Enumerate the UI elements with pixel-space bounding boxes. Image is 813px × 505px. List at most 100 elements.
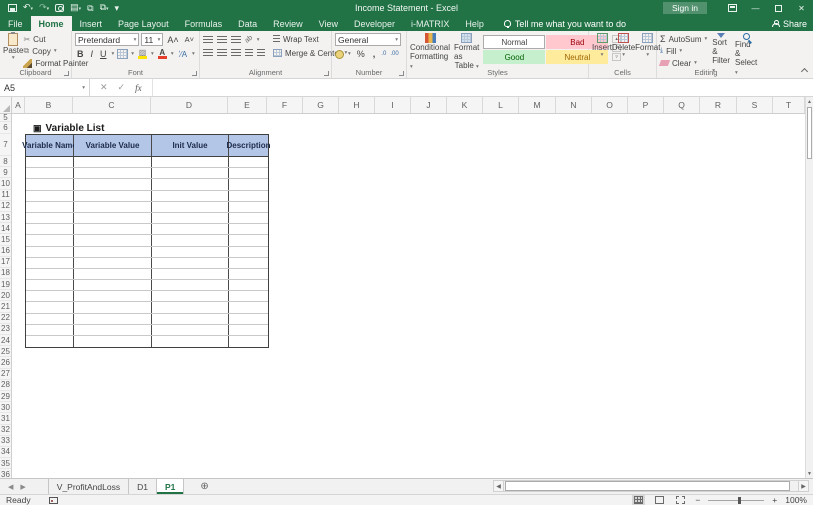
table-cell[interactable] [74,213,152,223]
collapse-ribbon-icon[interactable] [801,68,808,75]
table-cell[interactable] [74,202,152,212]
save-icon[interactable] [8,4,17,12]
row-header-35[interactable]: 35 [0,458,11,469]
copy-picture-icon[interactable]: ⧉ [87,0,93,16]
horizontal-scrollbar[interactable]: ◀ ▶ [493,479,809,493]
table-cell[interactable] [152,258,229,268]
table-cell[interactable] [74,168,152,178]
table-cell[interactable] [152,247,229,257]
borders-icon[interactable] [117,49,128,59]
align-right-icon[interactable] [231,49,241,57]
table-cell[interactable] [74,179,152,189]
underline-button[interactable]: U [98,49,109,59]
row-header-6[interactable]: 6 [0,122,11,134]
row-header-15[interactable]: 15 [0,234,11,245]
table-cell[interactable] [229,302,268,312]
row-header-13[interactable]: 13 [0,212,11,223]
formula-input[interactable] [153,79,813,96]
column-header-Q[interactable]: Q [664,97,700,113]
row-header-28[interactable]: 28 [0,380,11,391]
clipboard-dialog-launcher-icon[interactable] [64,71,69,76]
camera-icon[interactable] [55,4,64,12]
ribbon-tab-home[interactable]: Home [31,16,72,31]
row-header-12[interactable]: 12 [0,201,11,212]
row-header-26[interactable]: 26 [0,357,11,368]
conditional-formatting-button[interactable]: Conditional Formatting ▾ [410,33,450,72]
table-cell[interactable] [74,258,152,268]
ribbon-tab-view[interactable]: View [311,16,346,31]
row-header-17[interactable]: 17 [0,257,11,268]
decrease-indent-icon[interactable] [245,49,253,57]
table-cell[interactable] [152,224,229,234]
table-header-description[interactable]: Description [229,135,268,157]
table-cell[interactable] [229,269,268,279]
scroll-right-icon[interactable]: ▶ [798,480,809,492]
table-cell[interactable] [229,280,268,290]
delete-cells-button[interactable]: Delete▾ [612,33,635,58]
table-cell[interactable] [229,291,268,301]
table-cell[interactable] [152,191,229,201]
row-header-22[interactable]: 22 [0,313,11,324]
row-header-23[interactable]: 23 [0,324,11,335]
table-cell[interactable] [26,291,74,301]
column-header-F[interactable]: F [267,97,303,113]
table-cell[interactable] [26,269,74,279]
table-cell[interactable] [229,314,268,324]
scroll-down-icon[interactable]: ▼ [806,469,813,478]
column-header-A[interactable]: A [12,97,25,113]
row-header-36[interactable]: 36 [0,469,11,478]
sheet-tab-p1[interactable]: P1 [157,479,184,494]
table-cell[interactable] [26,191,74,201]
table-cell[interactable] [152,302,229,312]
confirm-entry-icon[interactable]: ✓ [118,82,126,93]
table-cell[interactable] [152,291,229,301]
column-header-T[interactable]: T [773,97,805,113]
table-cell[interactable] [152,235,229,245]
table-cell[interactable] [152,179,229,189]
ribbon-display-options-icon[interactable] [721,0,744,16]
font-dialog-launcher-icon[interactable] [192,71,197,76]
phonetic-guide-icon[interactable]: ʼ⁄A [177,50,189,59]
table-cell[interactable] [229,258,268,268]
vertical-scroll-thumb[interactable] [807,107,812,159]
close-icon[interactable]: ✕ [790,0,813,16]
table-cell[interactable] [74,325,152,335]
row-header-27[interactable]: 27 [0,369,11,380]
table-cell[interactable] [229,247,268,257]
sign-in-button[interactable]: Sign in [663,2,707,14]
number-dialog-launcher-icon[interactable] [399,71,404,76]
touch-mode-icon[interactable]: ▤▾ [70,0,81,17]
row-header-30[interactable]: 30 [0,402,11,413]
ribbon-tab-file[interactable]: File [0,16,31,31]
ribbon-tab-developer[interactable]: Developer [346,16,403,31]
table-cell[interactable] [26,213,74,223]
decrease-font-icon[interactable]: A˅ [183,35,196,44]
column-header-B[interactable]: B [25,97,73,113]
table-header-variable-name[interactable]: Variable Name [26,135,74,157]
ribbon-tab-insert[interactable]: Insert [72,16,111,31]
ribbon-tab-review[interactable]: Review [265,16,311,31]
table-cell[interactable] [229,179,268,189]
scroll-left-icon[interactable]: ◀ [493,480,504,492]
zoom-slider[interactable] [708,500,764,501]
style-good[interactable]: Good [483,50,545,64]
font-size-select[interactable]: 11▾ [141,33,163,46]
row-header-11[interactable]: 11 [0,190,11,201]
column-header-P[interactable]: P [628,97,664,113]
ribbon-tab-help[interactable]: Help [457,16,492,31]
table-cell[interactable] [26,302,74,312]
column-header-C[interactable]: C [73,97,151,113]
row-header-32[interactable]: 32 [0,425,11,436]
alignment-dialog-launcher-icon[interactable] [324,71,329,76]
table-cell[interactable] [74,314,152,324]
record-macro-icon[interactable] [49,497,58,504]
table-cell[interactable] [229,224,268,234]
table-cell[interactable] [74,247,152,257]
row-header-20[interactable]: 20 [0,290,11,301]
select-all-button[interactable] [0,97,12,113]
row-header-34[interactable]: 34 [0,447,11,458]
zoom-out-icon[interactable]: − [695,495,700,505]
bottom-align-icon[interactable] [231,36,241,44]
row-header-10[interactable]: 10 [0,178,11,189]
table-cell[interactable] [26,314,74,324]
